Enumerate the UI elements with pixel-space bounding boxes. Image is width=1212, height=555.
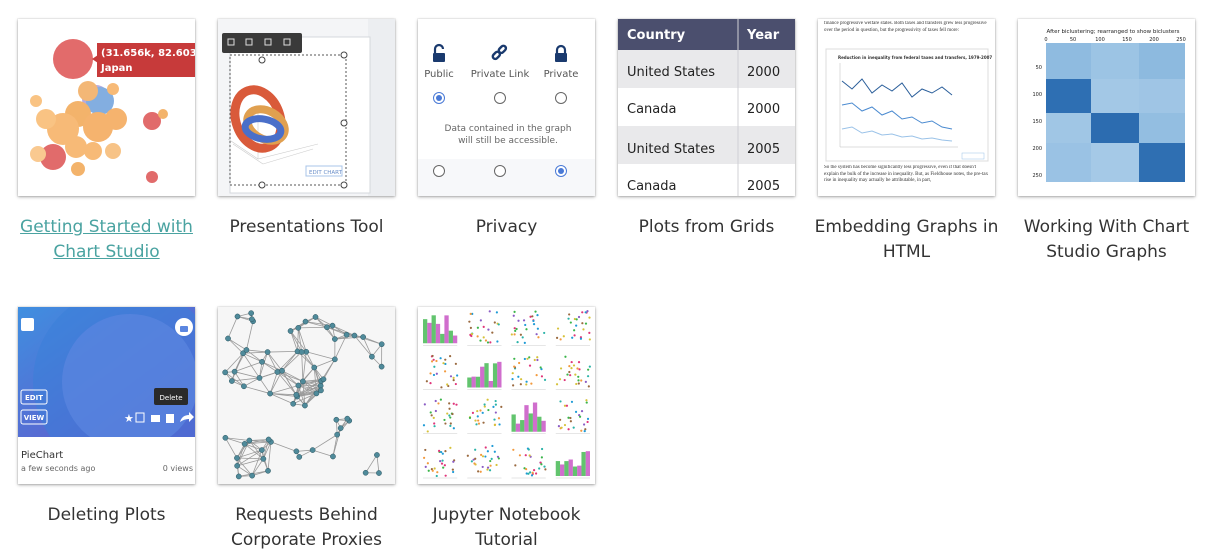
network-graph-image [218,307,395,484]
table-cell: Canada [627,102,676,117]
plot-time: a few seconds ago [21,464,95,473]
radio-public[interactable] [433,165,445,177]
x-tick: 0 [1044,37,1047,43]
delete-tooltip-label: Delete [160,394,183,402]
privacy-note: will still be accessible. [458,136,558,146]
tutorial-title[interactable]: Jupyter Notebook Tutorial [404,503,609,553]
privacy-option-label: Private [544,69,579,80]
thumbnail-privacy[interactable]: Public Private Link Private Data contain… [418,19,595,196]
tutorial-title[interactable]: Working With Chart Studio Graphs [1004,215,1209,265]
x-tick: 50 [1070,37,1076,43]
edit-button-label: EDIT [25,394,43,402]
tutorial-title[interactable]: Getting Started with Chart Studio [4,215,209,265]
privacy-note: Data contained in the graph [445,124,572,134]
thumbnail-working-with[interactable]: After biclustering; rearranged to show b… [1018,19,1195,196]
radio-private-link[interactable] [494,165,506,177]
tutorial-title[interactable]: Requests Behind Corporate Proxies [204,503,409,553]
thumbnail-deleting[interactable]: EDIT VIEW Delete ★ PieChart a few second… [18,307,195,484]
tooltip-label: Japan [100,63,133,74]
embedded-article-image: finance progressive welfare states. Both… [824,21,992,183]
y-tick: 250 [1032,173,1042,179]
tutorial-title[interactable]: Deleting Plots [4,503,209,528]
column-header: Year [746,28,780,43]
presentation-editor-image: EDIT CHART [218,19,395,196]
privacy-settings-image: Public Private Link Private Data contain… [418,19,595,196]
x-tick: 150 [1122,37,1132,43]
scatter-matrix-image [418,307,595,484]
tutorial-title[interactable]: Plots from Grids [604,215,809,240]
table-cell: United States [627,65,715,80]
x-tick: 250 [1176,37,1186,43]
thumbnail-presentations[interactable]: EDIT CHART [218,19,395,196]
tutorial-title[interactable]: Privacy [404,215,609,240]
plot-views: 0 views [163,464,193,473]
edit-chart-label: EDIT CHART [309,170,343,176]
view-button-label: VIEW [24,414,45,422]
table-cell: 2005 [747,142,780,157]
table-cell: United States [627,142,715,157]
article-paragraph: finance progressive welfare states. Both… [824,21,987,33]
thumbnail-embedding[interactable]: finance progressive welfare states. Both… [818,19,995,196]
star-icon[interactable]: ★ [124,412,134,425]
column-header: Country [627,28,686,43]
trash-icon[interactable] [166,414,174,423]
plot-name[interactable]: PieChart [21,450,63,461]
x-tick: 100 [1095,37,1105,43]
y-tick: 150 [1032,119,1042,125]
article-paragraph: So the system has become significantly l… [824,165,989,183]
thumbnail-plots-from-grids[interactable]: Country Year United States 2000 Canada 2… [618,19,795,196]
y-tick: 200 [1032,146,1042,152]
radio-private-link[interactable] [494,92,506,104]
table-cell: Canada [627,179,676,194]
table-cell: 2000 [747,65,780,80]
tooltip-value: (31.656k, 82.603) [101,48,195,59]
privacy-option-label: Private Link [471,69,530,80]
folder-icon[interactable] [151,415,160,422]
y-tick: 50 [1036,65,1042,71]
bubble-chart-image: (31.656k, 82.603) Japan [30,39,195,183]
thumbnail-jupyter[interactable] [418,307,595,484]
biclustering-heatmap-image: After biclustering; rearranged to show b… [1032,29,1186,182]
privacy-option-label: Public [424,69,454,80]
embedded-chart-title: Reduction in inequality from federal tax… [838,55,992,60]
grid-table-image: Country Year United States 2000 Canada 2… [618,19,795,196]
y-tick: 100 [1032,92,1042,98]
select-checkbox[interactable] [21,318,34,331]
radio-private[interactable] [555,92,567,104]
plot-card-image: EDIT VIEW Delete ★ PieChart a few second… [18,307,195,484]
thumbnail-proxies[interactable] [218,307,395,484]
table-cell: 2000 [747,102,780,117]
tutorial-title[interactable]: Presentations Tool [204,215,409,240]
thumbnail-getting-started[interactable]: (31.656k, 82.603) Japan [18,19,195,196]
tutorial-title[interactable]: Embedding Graphs in HTML [804,215,1009,265]
heatmap-title: After biclustering; rearranged to show b… [1047,29,1180,35]
table-cell: 2005 [747,179,780,194]
x-tick: 200 [1149,37,1159,43]
